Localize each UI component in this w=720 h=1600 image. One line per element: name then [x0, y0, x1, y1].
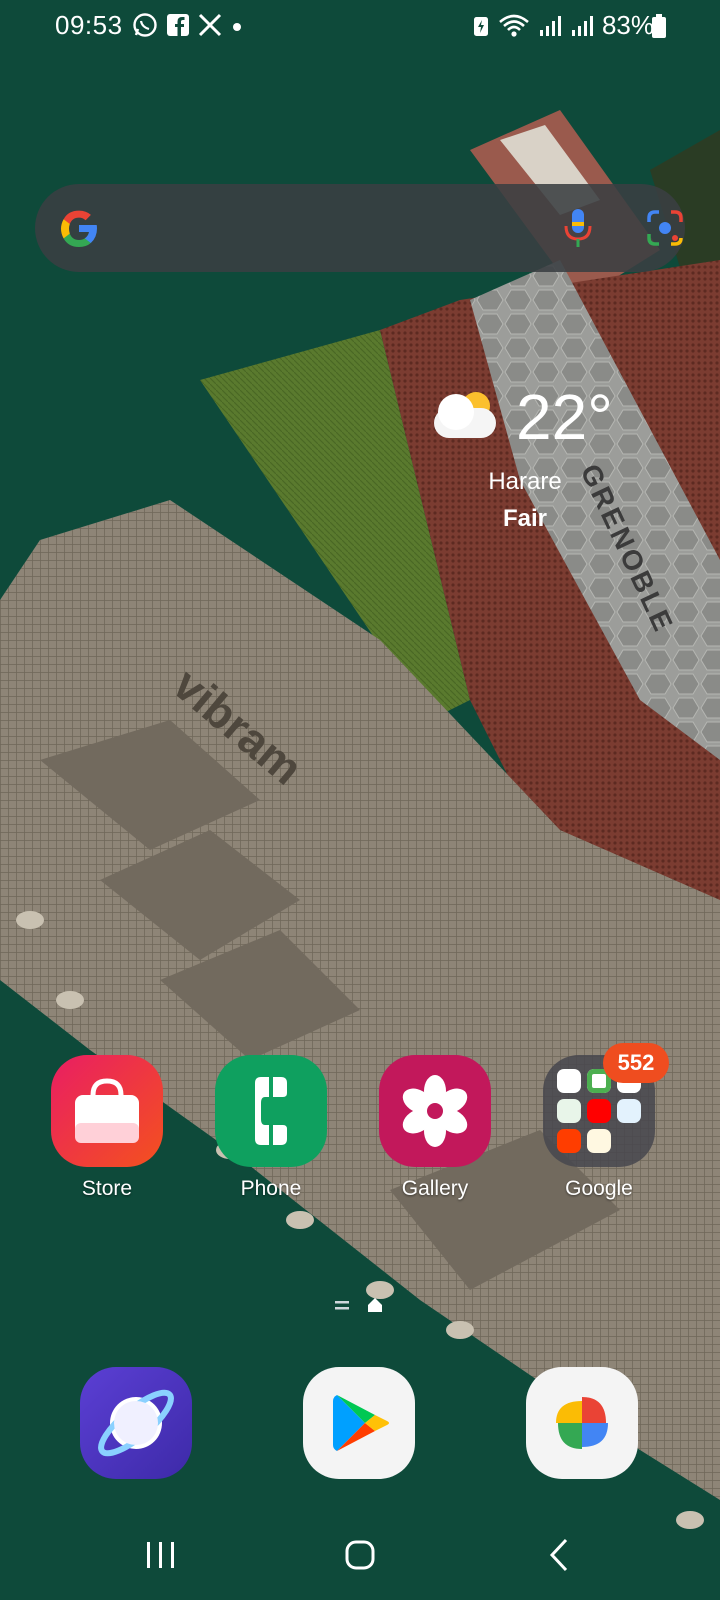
status-bar: 09:53 83%	[0, 0, 720, 52]
battery-percent: 83%	[601, 10, 654, 40]
maps-thumb-icon	[557, 1099, 581, 1123]
home-button[interactable]	[330, 1530, 390, 1580]
dock-photos[interactable]	[526, 1367, 638, 1479]
app-google-folder[interactable]: 552 Google	[534, 1043, 669, 1201]
app-label: Google	[565, 1177, 633, 1200]
app-label: Gallery	[401, 1177, 469, 1200]
photos-pinwheel-icon	[556, 1397, 608, 1449]
weather-condition: Fair	[502, 505, 547, 532]
system-status: 83%	[472, 10, 654, 41]
whatsapp-icon	[133, 13, 157, 37]
messages-thumb-icon	[617, 1099, 641, 1123]
google-logo	[61, 210, 97, 247]
youtube-thumb-icon	[587, 1099, 611, 1123]
google-search-bar[interactable]	[35, 184, 685, 272]
home-icon	[345, 1540, 375, 1570]
weather-temperature: 22°	[516, 381, 613, 453]
back-icon	[549, 1538, 568, 1572]
app-store[interactable]: Store	[42, 1055, 172, 1201]
app-gallery[interactable]: Gallery	[370, 1055, 500, 1201]
notification-badge: 552	[603, 1043, 669, 1083]
dock-play-store[interactable]	[303, 1367, 415, 1479]
recents-icon	[147, 1542, 174, 1568]
app-phone[interactable]: Phone	[206, 1055, 336, 1201]
battery-icon	[652, 14, 666, 38]
app-label: Phone	[240, 1177, 302, 1200]
facebook-icon	[167, 14, 189, 36]
partly-cloudy-icon	[434, 392, 496, 438]
phone-icon	[215, 1055, 327, 1167]
signal-icon	[539, 15, 561, 36]
battery-saver-icon	[473, 16, 488, 36]
page-indicator-home-icon	[368, 1298, 382, 1312]
signal-icon	[571, 15, 593, 36]
store-bag-icon	[51, 1055, 163, 1167]
internet-planet-icon	[98, 1389, 174, 1457]
google-thumb-icon	[557, 1069, 581, 1093]
lens-icon[interactable]	[646, 209, 684, 247]
app-label: Store	[81, 1177, 133, 1200]
wifi-icon	[499, 14, 529, 37]
meet-thumb-icon	[587, 1129, 611, 1153]
status-time: 09:53	[55, 10, 123, 40]
page-indicator-list-icon	[335, 1301, 349, 1310]
weather-city: Harare	[488, 468, 562, 495]
back-button[interactable]	[530, 1530, 590, 1580]
gallery-flower-icon	[379, 1055, 491, 1167]
recents-button[interactable]	[130, 1530, 190, 1580]
x-icon	[198, 13, 222, 37]
dock-internet[interactable]	[80, 1367, 192, 1479]
mic-icon[interactable]	[563, 207, 593, 249]
dot-icon	[233, 23, 241, 31]
page-indicator[interactable]	[334, 1296, 384, 1314]
google-folder-icon: 552	[543, 1043, 669, 1167]
play-store-icon	[333, 1395, 389, 1451]
music-thumb-icon	[557, 1129, 581, 1153]
notification-icons	[132, 12, 244, 38]
